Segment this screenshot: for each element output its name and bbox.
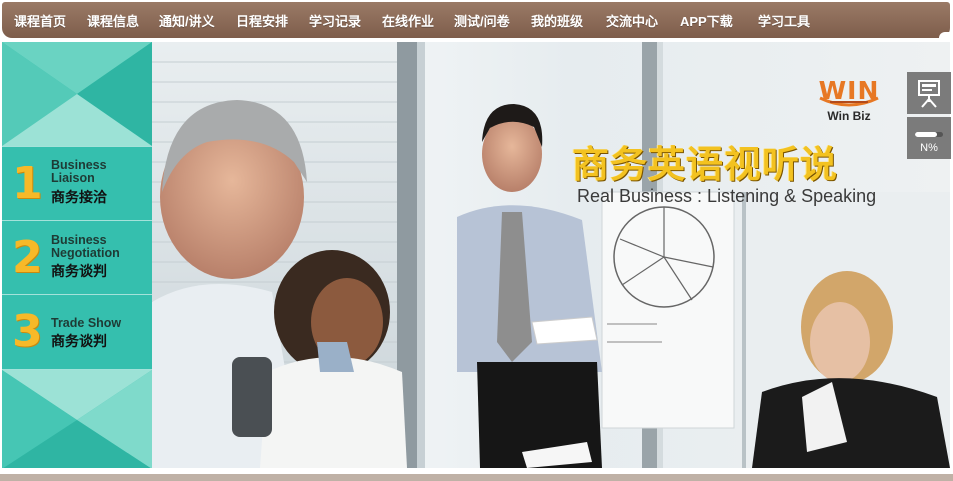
nav-item-study-tools[interactable]: 学习工具 (758, 11, 810, 30)
side-item-en-line2: Negotiation (51, 246, 120, 260)
logo-text: Win Biz (827, 109, 871, 123)
nav-bar: 课程首页 课程信息 通知/讲义 日程安排 学习记录 在线作业 测试/问卷 我的班… (2, 2, 951, 38)
progress-tool[interactable]: N% (907, 117, 951, 159)
side-item-business-liaison[interactable]: 1 Business Liaison 商务接洽 (2, 146, 152, 221)
side-item-cn: 商务接洽 (51, 189, 107, 205)
nav-item-my-class[interactable]: 我的班级 (531, 11, 583, 30)
side-menu-bottom-decoration (2, 369, 152, 468)
side-item-trade-show[interactable]: 3 Trade Show 商务谈判 (2, 294, 152, 369)
side-item-cn: 商务谈判 (51, 263, 107, 279)
footer-divider (0, 474, 953, 481)
top-navigation: 课程首页 课程信息 通知/讲义 日程安排 学习记录 在线作业 测试/问卷 我的班… (0, 0, 951, 40)
nav-item-forum[interactable]: 交流中心 (606, 11, 658, 30)
side-item-number: 1 (12, 158, 43, 209)
banner-title-cn: 商务英语视听说 (572, 143, 838, 186)
logo-mark: WIN (818, 76, 880, 105)
progress-label: N% (920, 142, 938, 154)
nav-item-home[interactable]: 课程首页 (14, 11, 66, 30)
nav-item-homework[interactable]: 在线作业 (382, 11, 434, 30)
nav-item-app-download[interactable]: APP下载 (680, 11, 733, 30)
side-item-business-negotiation[interactable]: 2 Business Negotiation 商务谈判 (2, 220, 152, 295)
presentation-board-icon (918, 80, 940, 108)
side-item-en-line2: Liaison (51, 171, 95, 185)
nav-item-tests[interactable]: 测试/问卷 (454, 11, 510, 30)
nav-item-notices[interactable]: 通知/讲义 (159, 11, 215, 30)
banner-title-en: Real Business : Listening & Speaking (577, 186, 877, 206)
side-item-number: 2 (12, 232, 43, 283)
presentation-tool-button[interactable] (907, 72, 951, 114)
progress-fill (915, 132, 938, 137)
side-item-cn: 商务谈判 (51, 333, 107, 349)
side-menu: 1 Business Liaison 商务接洽 2 Business Negot… (2, 42, 152, 468)
win-biz-logo: WIN Win Biz (816, 72, 882, 128)
side-item-en-line1: Trade Show (51, 316, 122, 330)
progress-bar-icon (915, 132, 943, 137)
nav-item-course-info[interactable]: 课程信息 (87, 11, 139, 30)
side-menu-top-decoration (2, 42, 152, 146)
side-item-number: 3 (12, 306, 43, 357)
nav-item-schedule[interactable]: 日程安排 (236, 11, 288, 30)
nav-item-study-records[interactable]: 学习记录 (309, 11, 361, 30)
course-banner: 1 Business Liaison 商务接洽 2 Business Negot… (2, 42, 950, 468)
